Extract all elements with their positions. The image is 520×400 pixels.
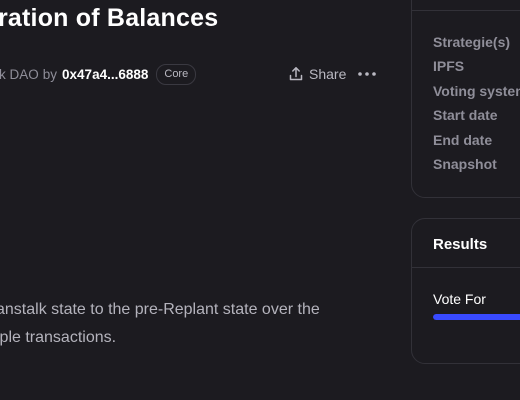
vote-progress-fill xyxy=(433,314,520,320)
results-title: Results xyxy=(433,236,488,253)
space-link[interactable]: k DAO xyxy=(0,67,39,82)
body-line: anstalk state to the pre-Replant state o… xyxy=(0,301,320,318)
info-item-end-date: End date xyxy=(433,131,493,148)
proposal-meta: k DAO by 0x47a4...6888 Core xyxy=(0,62,197,86)
info-item-strategies: Strategie(s) xyxy=(433,34,511,50)
info-item-snapshot: Snapshot xyxy=(433,155,497,172)
body-line: iple transactions. xyxy=(0,329,117,346)
proposal-page: ration of Balances k DAO by 0x47a4...688… xyxy=(0,0,520,400)
vote-progress-track xyxy=(433,314,520,320)
share-upload-icon xyxy=(289,67,303,81)
more-horizontal-icon[interactable] xyxy=(357,66,377,82)
proposal-body: anstalk state to the pre-Replant state o… xyxy=(0,296,376,352)
proposal-info-card: Strategie(s) IPFS Voting system Start da… xyxy=(411,0,520,198)
core-badge: Core xyxy=(156,63,197,85)
info-item-start-date: Start date xyxy=(433,107,498,124)
vote-choice-label: Vote For xyxy=(433,291,486,307)
info-list: Strategie(s) IPFS Voting system Start da… xyxy=(433,34,520,180)
card-divider xyxy=(412,10,520,11)
share-button[interactable]: Share xyxy=(288,63,346,85)
proposal-title: ration of Balances xyxy=(0,4,219,32)
info-item-ipfs: IPFS xyxy=(433,58,465,75)
results-card: Results Vote For xyxy=(411,218,520,364)
author-link[interactable]: 0x47a4...6888 xyxy=(62,67,148,82)
share-label: Share xyxy=(309,66,347,82)
info-item-voting-system: Voting system xyxy=(433,82,520,99)
by-label: by xyxy=(42,66,58,82)
card-divider xyxy=(412,267,520,268)
